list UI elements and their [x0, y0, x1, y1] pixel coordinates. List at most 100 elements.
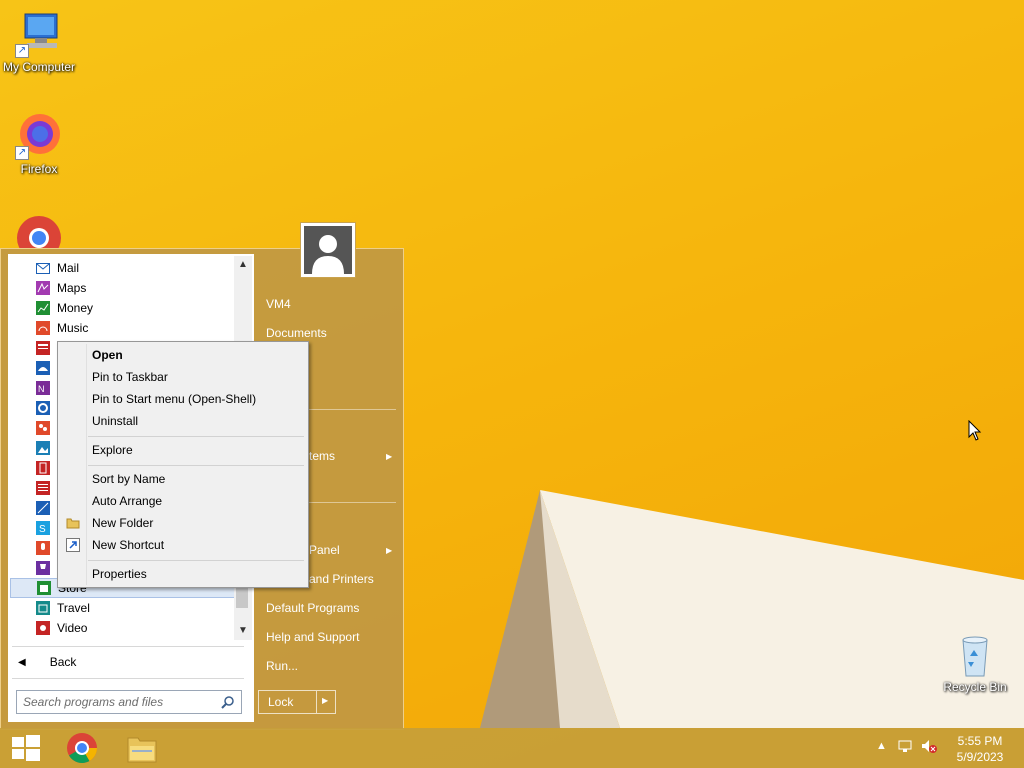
documents-link[interactable]: Documents: [266, 326, 327, 340]
menu-item-label: Properties: [92, 567, 147, 581]
taskbar-chrome-button[interactable]: [56, 728, 108, 768]
back-button[interactable]: ◀ Back: [14, 652, 244, 672]
run-link[interactable]: Run...: [266, 659, 298, 673]
control-panel-link[interactable]: Panel: [309, 543, 340, 557]
divider: [316, 691, 317, 713]
search-placeholder: Search programs and files: [23, 695, 164, 709]
program-label: Maps: [57, 281, 87, 295]
program-item-money[interactable]: Money: [10, 298, 236, 318]
desktop-icon-label: My Computer: [2, 60, 76, 74]
desktop-icon-my-computer[interactable]: ↗ My Computer: [0, 10, 78, 74]
recycle-bin-icon: [951, 630, 999, 678]
back-arrow-icon: ◀: [18, 656, 26, 668]
video-icon: [36, 621, 50, 635]
shortcut-icon: [66, 538, 80, 552]
menu-item-new-shortcut[interactable]: New Shortcut: [60, 534, 306, 556]
scroll-up-icon[interactable]: ▲: [234, 256, 252, 274]
menu-item-sort-by-name[interactable]: Sort by Name: [60, 468, 306, 490]
program-item-travel[interactable]: Travel: [10, 598, 236, 618]
mail-icon: [36, 261, 50, 275]
volume-muted-icon[interactable]: [920, 738, 938, 757]
menu-item-new-folder[interactable]: New Folder: [60, 512, 306, 534]
default-programs-link[interactable]: Default Programs: [266, 601, 359, 615]
computer-icon: ↗: [15, 10, 63, 58]
menu-item-label: New Folder: [92, 516, 154, 530]
menu-item-explore[interactable]: Explore: [60, 439, 306, 461]
network-icon[interactable]: [897, 738, 913, 757]
desktop-icon-label: Recycle Bin: [943, 680, 1007, 694]
recent-items-link[interactable]: tems: [309, 449, 335, 463]
clock[interactable]: 5:55 PM 5/9/2023: [950, 733, 1010, 765]
news-icon: [36, 341, 50, 355]
desktop-icon-firefox[interactable]: ↗ Firefox: [0, 112, 78, 176]
skype-icon: S: [36, 521, 50, 535]
program-label: Video: [57, 621, 88, 635]
menu-item-label: Explore: [92, 443, 133, 457]
divider: [12, 646, 244, 647]
onedrive-icon: [36, 361, 50, 375]
maps-icon: [36, 281, 50, 295]
menu-item-uninstall[interactable]: Uninstall: [60, 410, 306, 432]
search-input[interactable]: Search programs and files: [16, 690, 242, 714]
lock-label: Lock: [268, 695, 294, 709]
store-icon: [37, 581, 51, 595]
menu-item-label: Pin to Start menu (Open-Shell): [92, 392, 257, 406]
context-menu: Open Pin to Taskbar Pin to Start menu (O…: [57, 341, 309, 588]
program-label: Money: [57, 301, 94, 315]
reading-list-icon: [36, 461, 50, 475]
file-explorer-icon: [127, 737, 157, 763]
user-picture[interactable]: [300, 222, 356, 278]
onenote-icon: N: [36, 381, 50, 395]
menu-separator: [88, 436, 304, 437]
menu-item-properties[interactable]: Properties: [60, 563, 306, 585]
desktop-icon-label: Firefox: [20, 162, 58, 176]
sound-recorder-icon: [36, 541, 50, 555]
desktop-icon-recycle-bin[interactable]: Recycle Bin: [936, 630, 1014, 694]
pc-settings-icon: [36, 401, 50, 415]
menu-item-pin-start[interactable]: Pin to Start menu (Open-Shell): [60, 388, 306, 410]
menu-item-auto-arrange[interactable]: Auto Arrange: [60, 490, 306, 512]
taskbar-file-explorer-button[interactable]: [116, 728, 168, 768]
menu-item-pin-taskbar[interactable]: Pin to Taskbar: [60, 366, 306, 388]
program-item-music[interactable]: Music: [10, 318, 236, 338]
program-item-video[interactable]: Video: [10, 618, 236, 638]
menu-separator: [88, 465, 304, 466]
shortcut-arrow-icon: ↗: [15, 44, 29, 58]
scan-icon: [36, 501, 50, 515]
travel-icon: [36, 601, 50, 615]
lock-button[interactable]: Lock ▶: [258, 690, 336, 714]
scrollbar-thumb[interactable]: [236, 586, 248, 608]
search-icon[interactable]: [221, 695, 235, 709]
svg-text:N: N: [38, 384, 45, 394]
clock-time: 5:55 PM: [957, 734, 1003, 748]
menu-item-label: Sort by Name: [92, 472, 166, 486]
mouse-cursor-icon: [968, 419, 982, 445]
submenu-arrow-icon: ▶: [386, 452, 393, 461]
chevron-right-icon[interactable]: ▶: [322, 696, 328, 705]
user-avatar-icon: [304, 226, 352, 274]
windows-logo-icon: [12, 735, 40, 761]
shortcut-arrow-icon: ↗: [15, 146, 29, 160]
user-name-link[interactable]: VM4: [266, 297, 291, 311]
show-hidden-icons-icon[interactable]: ▲: [876, 740, 887, 752]
program-label: Travel: [57, 601, 90, 615]
help-and-support-link[interactable]: Help and Support: [266, 630, 359, 644]
menu-separator: [88, 560, 304, 561]
devices-and-printers-link[interactable]: and Printers: [309, 572, 374, 586]
program-label: Music: [57, 321, 89, 335]
chrome-icon: [15, 212, 63, 248]
desktop-icon-chrome[interactable]: [0, 212, 78, 248]
menu-item-open[interactable]: Open: [60, 344, 306, 366]
program-item-mail[interactable]: Mail: [10, 258, 236, 278]
music-icon: [36, 321, 50, 335]
reader-icon: [36, 481, 50, 495]
people-icon: [36, 421, 50, 435]
program-item-maps[interactable]: Maps: [10, 278, 236, 298]
scroll-down-icon[interactable]: ▼: [234, 622, 252, 640]
start-button[interactable]: [0, 728, 52, 768]
folder-icon: [66, 516, 80, 530]
menu-item-label: New Shortcut: [92, 538, 165, 552]
menu-item-label: Uninstall: [92, 414, 139, 428]
firefox-icon: ↗: [15, 112, 63, 160]
submenu-arrow-icon: ▶: [386, 546, 393, 555]
